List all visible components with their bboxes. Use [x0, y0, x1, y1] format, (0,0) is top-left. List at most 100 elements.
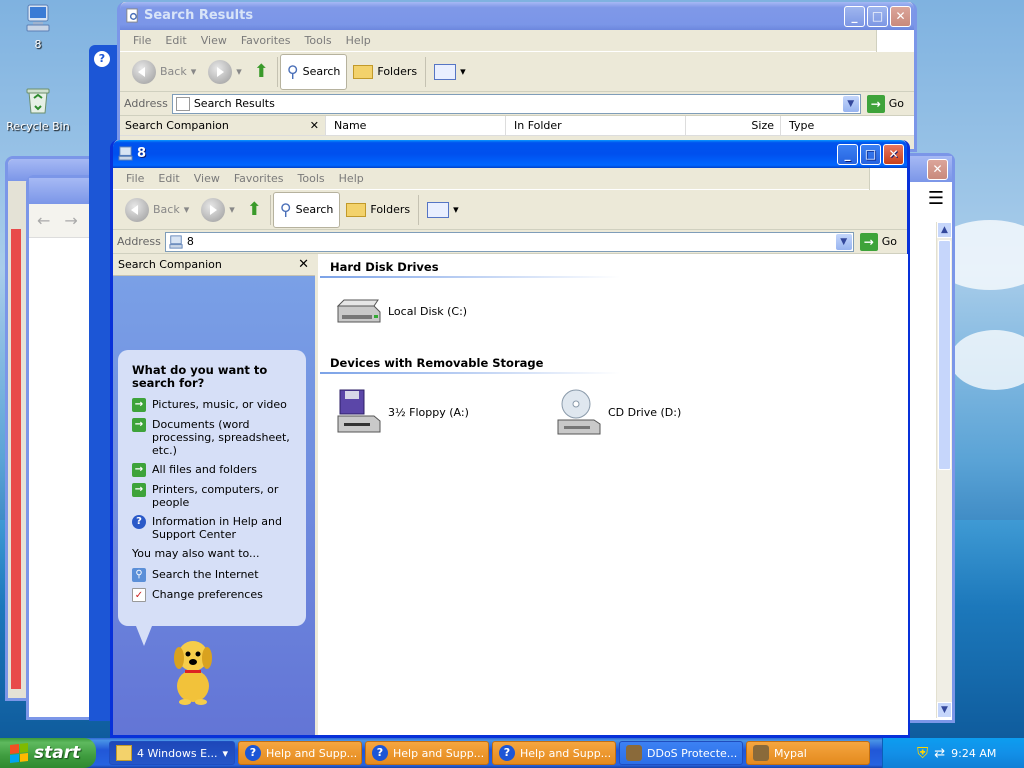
forward-button[interactable]: ▾ — [202, 54, 248, 90]
security-shield-icon[interactable]: ⛨ — [917, 744, 928, 762]
taskbar-item-ddos[interactable]: DDoS Protecte... — [619, 741, 743, 765]
menu-file[interactable]: File — [119, 172, 151, 185]
up-folder-button[interactable]: ⬆ — [241, 192, 268, 228]
minimize-button[interactable]: _ — [844, 6, 865, 27]
search-button[interactable]: ⚲ Search — [272, 191, 341, 228]
column-header-in-folder[interactable]: In Folder — [505, 116, 685, 135]
back-button[interactable]: Back ▾ — [119, 192, 195, 228]
views-button[interactable]: ▾ — [421, 192, 465, 228]
go-button[interactable]: → Go — [854, 232, 903, 251]
column-header-name[interactable]: Name — [325, 116, 505, 135]
taskbar-item-help-1[interactable]: ? Help and Supp... — [238, 741, 362, 765]
network-icon[interactable]: ⇄ — [934, 746, 945, 761]
search-internet-link[interactable]: ⚲ Search the Internet — [132, 568, 296, 582]
search-companion-pane: Search Companion ✕ What do you want to s… — [113, 254, 315, 735]
clock[interactable]: 9:24 AM — [951, 747, 996, 760]
search-icon: ⚲ — [279, 200, 292, 219]
close-pane-icon[interactable]: ✕ — [298, 254, 309, 276]
floppy-drive-icon — [337, 389, 381, 433]
folder-icon — [353, 64, 374, 79]
taskbar-item-windows-explorer[interactable]: 4 Windows E... ▾ — [109, 741, 235, 765]
menu-help[interactable]: Help — [339, 34, 378, 47]
menu-help[interactable]: Help — [332, 172, 371, 185]
menu-favorites[interactable]: Favorites — [234, 34, 298, 47]
vertical-scrollbar[interactable]: ▲ ▼ — [936, 222, 952, 718]
folders-button[interactable]: Folders — [347, 54, 423, 90]
help-icon: ? — [94, 51, 110, 67]
menu-view[interactable]: View — [194, 34, 234, 47]
drive-label: CD Drive (D:) — [608, 405, 682, 419]
address-value: 8 — [186, 235, 194, 248]
taskbar-item-help-3[interactable]: ? Help and Supp... — [492, 741, 616, 765]
desktop-icon-recycle-bin[interactable]: Recycle Bin — [0, 84, 76, 133]
hamburger-menu-icon[interactable]: ☰ — [908, 182, 952, 216]
desktop-icon-my-computer[interactable]: 8 — [0, 2, 76, 51]
menu-tools[interactable]: Tools — [298, 34, 339, 47]
checklist-icon: ✓ — [132, 588, 146, 602]
change-preferences-link[interactable]: ✓ Change preferences — [132, 588, 296, 602]
search-balloon: What do you want to search for? → Picture… — [118, 350, 306, 646]
go-button[interactable]: → Go — [861, 94, 910, 113]
start-button[interactable]: start — [0, 738, 96, 768]
up-folder-button[interactable]: ⬆ — [248, 54, 275, 90]
back-arrow-icon[interactable]: ← — [37, 211, 50, 230]
address-bar: Address Search Results ▼ → Go — [120, 92, 914, 116]
help-icon: ? — [245, 745, 261, 761]
column-header-type[interactable]: Type — [780, 116, 914, 135]
address-dropdown-icon[interactable]: ▼ — [835, 233, 852, 250]
search-option-printers[interactable]: → Printers, computers, or people — [132, 483, 296, 509]
forward-arrow-icon[interactable]: → — [64, 211, 77, 230]
menu-view[interactable]: View — [187, 172, 227, 185]
search-button[interactable]: ⚲ Search — [279, 53, 348, 90]
close-button[interactable]: ✕ — [927, 159, 948, 180]
menu-favorites[interactable]: Favorites — [227, 172, 291, 185]
address-field[interactable]: Search Results ▼ — [171, 93, 861, 114]
views-button[interactable]: ▾ — [428, 54, 472, 90]
close-pane-icon[interactable]: ✕ — [310, 116, 319, 136]
scroll-thumb[interactable] — [938, 240, 951, 470]
search-option-documents[interactable]: → Documents (word processing, spreadsheet… — [132, 418, 296, 457]
close-button[interactable]: ✕ — [890, 6, 911, 27]
menu-tools[interactable]: Tools — [291, 172, 332, 185]
search-option-help-center[interactable]: ? Information in Help and Support Center — [132, 515, 296, 541]
minimize-button[interactable]: _ — [837, 144, 858, 165]
drive-cd-d[interactable]: CD Drive (D:) — [554, 388, 681, 436]
scroll-up-button[interactable]: ▲ — [937, 222, 952, 238]
maximize-button[interactable]: □ — [860, 144, 881, 165]
drive-floppy-a[interactable]: 3½ Floppy (A:) — [334, 388, 469, 436]
window-title: 8 — [137, 146, 147, 161]
search-question: What do you want to search for? — [132, 363, 268, 390]
address-field[interactable]: 8 ▼ — [164, 231, 854, 252]
column-header-size[interactable]: Size — [685, 116, 780, 135]
taskbar-item-mypal[interactable]: Mypal — [746, 741, 870, 765]
address-dropdown-icon[interactable]: ▼ — [842, 95, 859, 112]
drive-local-disk-c[interactable]: Local Disk (C:) — [334, 296, 467, 326]
search-dog-icon[interactable] — [163, 634, 223, 706]
maximize-button[interactable]: □ — [867, 6, 888, 27]
menu-edit[interactable]: Edit — [151, 172, 186, 185]
window-title-bar[interactable]: 8 _ □ ✕ — [113, 140, 907, 168]
views-icon — [427, 201, 450, 218]
menu-bar: File Edit View Favorites Tools Help — [120, 30, 914, 52]
group-title-removable: Devices with Removable Storage — [318, 354, 621, 374]
folder-icon — [346, 202, 367, 217]
help-icon: ? — [132, 515, 146, 529]
search-results-window[interactable]: Search Results _ □ ✕ File Edit View Favo… — [117, 2, 917, 152]
browser-icon — [753, 745, 769, 761]
folders-button[interactable]: Folders — [340, 192, 416, 228]
back-button[interactable]: Back ▾ — [126, 54, 202, 90]
menu-file[interactable]: File — [126, 34, 158, 47]
my-computer-window[interactable]: 8 _ □ ✕ File Edit View Favorites Tools H… — [110, 140, 910, 738]
window-title-bar[interactable]: Search Results _ □ ✕ — [120, 2, 914, 30]
address-bar: Address 8 ▼ → Go — [113, 230, 907, 254]
menu-edit[interactable]: Edit — [158, 34, 193, 47]
search-option-all-files[interactable]: → All files and folders — [132, 463, 296, 477]
background-window-right[interactable]: ✕ ☰ ▲ ▼ — [905, 153, 955, 723]
forward-button[interactable]: ▾ — [195, 192, 241, 228]
search-option-pictures[interactable]: → Pictures, music, or video — [132, 398, 296, 412]
folder-icon — [116, 745, 132, 761]
scroll-down-button[interactable]: ▼ — [937, 702, 952, 718]
taskbar-item-help-2[interactable]: ? Help and Supp... — [365, 741, 489, 765]
close-button[interactable]: ✕ — [883, 144, 904, 165]
search-doc-icon — [126, 8, 138, 23]
